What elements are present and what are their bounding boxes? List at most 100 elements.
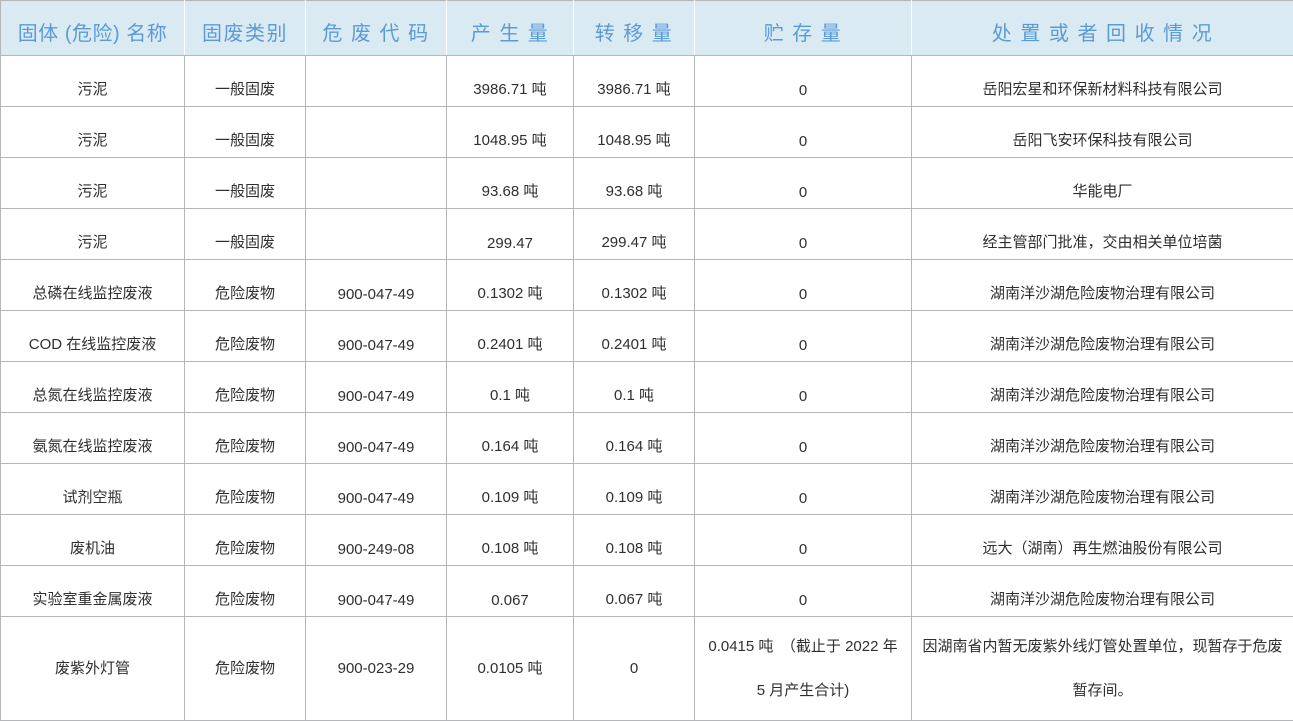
cell-produced-amount: 0.108 吨 — [447, 515, 574, 566]
cell-waste-name: 污泥 — [1, 107, 185, 158]
cell-waste-name: 总磷在线监控废液 — [1, 260, 185, 311]
cell-waste-code: 900-047-49 — [306, 260, 447, 311]
cell-transferred-amount: 299.47 吨 — [574, 209, 695, 260]
cell-transferred-amount: 0.109 吨 — [574, 464, 695, 515]
header-row: 固体 (危险) 名称 固废类别 危 废 代 码 产 生 量 转 移 量 贮 存 … — [1, 1, 1293, 56]
table-row: 氨氮在线监控废液危险废物900-047-490.164 吨0.164 吨0湖南洋… — [1, 413, 1293, 464]
cell-transferred-amount: 0.164 吨 — [574, 413, 695, 464]
table-row: 污泥一般固废3986.71 吨3986.71 吨0岳阳宏星和环保新材料科技有限公… — [1, 56, 1293, 107]
cell-waste-category: 危险废物 — [185, 413, 306, 464]
cell-waste-name: 总氮在线监控废液 — [1, 362, 185, 413]
waste-disclosure-table: 固体 (危险) 名称 固废类别 危 废 代 码 产 生 量 转 移 量 贮 存 … — [0, 0, 1293, 721]
cell-disposal-info: 因湖南省内暂无废紫外线灯管处置单位，现暂存于危废 暂存间。 — [912, 617, 1293, 721]
cell-waste-category: 一般固废 — [185, 107, 306, 158]
cell-stored-amount: 0.0415 吨 （截止于 2022 年 5 月产生合计) — [695, 617, 912, 721]
cell-waste-code: 900-023-29 — [306, 617, 447, 721]
cell-stored-amount: 0 — [695, 209, 912, 260]
cell-disposal-info: 湖南洋沙湖危险废物治理有限公司 — [912, 413, 1293, 464]
cell-stored-amount: 0 — [695, 158, 912, 209]
table-row: 污泥一般固废93.68 吨93.68 吨0华能电厂 — [1, 158, 1293, 209]
cell-disposal-info: 湖南洋沙湖危险废物治理有限公司 — [912, 260, 1293, 311]
cell-waste-code — [306, 209, 447, 260]
cell-disposal-info: 湖南洋沙湖危险废物治理有限公司 — [912, 362, 1293, 413]
cell-stored-amount: 0 — [695, 566, 912, 617]
cell-transferred-amount: 93.68 吨 — [574, 158, 695, 209]
cell-waste-category: 一般固废 — [185, 209, 306, 260]
column-header-waste-code: 危 废 代 码 — [306, 1, 447, 56]
cell-transferred-amount: 0.108 吨 — [574, 515, 695, 566]
cell-waste-name: 污泥 — [1, 56, 185, 107]
cell-produced-amount: 0.2401 吨 — [447, 311, 574, 362]
cell-transferred-amount: 3986.71 吨 — [574, 56, 695, 107]
cell-waste-category: 危险废物 — [185, 617, 306, 721]
cell-waste-name: COD 在线监控废液 — [1, 311, 185, 362]
cell-disposal-info: 岳阳飞安环保科技有限公司 — [912, 107, 1293, 158]
cell-waste-code — [306, 158, 447, 209]
column-header-stored-amount: 贮 存 量 — [695, 1, 912, 56]
cell-waste-category: 危险废物 — [185, 566, 306, 617]
cell-produced-amount: 0.067 — [447, 566, 574, 617]
cell-waste-category: 一般固废 — [185, 56, 306, 107]
cell-waste-code: 900-047-49 — [306, 362, 447, 413]
cell-waste-category: 危险废物 — [185, 464, 306, 515]
cell-waste-name: 污泥 — [1, 158, 185, 209]
column-header-produced-amount: 产 生 量 — [447, 1, 574, 56]
table-row: 污泥一般固废1048.95 吨1048.95 吨0岳阳飞安环保科技有限公司 — [1, 107, 1293, 158]
cell-waste-code: 900-047-49 — [306, 566, 447, 617]
column-header-disposal-info: 处 置 或 者 回 收 情 况 — [912, 1, 1293, 56]
cell-waste-category: 一般固废 — [185, 158, 306, 209]
cell-waste-code: 900-047-49 — [306, 311, 447, 362]
cell-disposal-info: 湖南洋沙湖危险废物治理有限公司 — [912, 464, 1293, 515]
cell-waste-category: 危险废物 — [185, 311, 306, 362]
cell-waste-code: 900-047-49 — [306, 413, 447, 464]
cell-produced-amount: 0.1 吨 — [447, 362, 574, 413]
cell-transferred-amount: 0.1 吨 — [574, 362, 695, 413]
cell-waste-name: 废紫外灯管 — [1, 617, 185, 721]
column-header-waste-name: 固体 (危险) 名称 — [1, 1, 185, 56]
cell-produced-amount: 0.1302 吨 — [447, 260, 574, 311]
table-row: 污泥一般固废299.47299.47 吨0经主管部门批准，交由相关单位培菌 — [1, 209, 1293, 260]
cell-transferred-amount: 1048.95 吨 — [574, 107, 695, 158]
cell-waste-name: 实验室重金属废液 — [1, 566, 185, 617]
cell-stored-amount: 0 — [695, 56, 912, 107]
cell-transferred-amount: 0.1302 吨 — [574, 260, 695, 311]
cell-waste-code — [306, 56, 447, 107]
cell-produced-amount: 0.0105 吨 — [447, 617, 574, 721]
cell-produced-amount: 0.164 吨 — [447, 413, 574, 464]
table-row: 试剂空瓶危险废物900-047-490.109 吨0.109 吨0湖南洋沙湖危险… — [1, 464, 1293, 515]
cell-stored-amount: 0 — [695, 413, 912, 464]
cell-stored-amount: 0 — [695, 107, 912, 158]
cell-waste-name: 氨氮在线监控废液 — [1, 413, 185, 464]
cell-waste-category: 危险废物 — [185, 515, 306, 566]
cell-disposal-info: 经主管部门批准，交由相关单位培菌 — [912, 209, 1293, 260]
cell-produced-amount: 93.68 吨 — [447, 158, 574, 209]
cell-disposal-info: 华能电厂 — [912, 158, 1293, 209]
cell-produced-amount: 3986.71 吨 — [447, 56, 574, 107]
cell-produced-amount: 1048.95 吨 — [447, 107, 574, 158]
cell-disposal-info: 岳阳宏星和环保新材料科技有限公司 — [912, 56, 1293, 107]
cell-transferred-amount: 0.067 吨 — [574, 566, 695, 617]
cell-waste-code: 900-047-49 — [306, 464, 447, 515]
cell-waste-name: 污泥 — [1, 209, 185, 260]
cell-disposal-info: 远大（湖南）再生燃油股份有限公司 — [912, 515, 1293, 566]
cell-disposal-info: 湖南洋沙湖危险废物治理有限公司 — [912, 311, 1293, 362]
table-row: 废机油危险废物900-249-080.108 吨0.108 吨0远大（湖南）再生… — [1, 515, 1293, 566]
cell-waste-category: 危险废物 — [185, 362, 306, 413]
cell-produced-amount: 0.109 吨 — [447, 464, 574, 515]
table-row: 实验室重金属废液危险废物900-047-490.0670.067 吨0湖南洋沙湖… — [1, 566, 1293, 617]
table-row: 总磷在线监控废液危险废物900-047-490.1302 吨0.1302 吨0湖… — [1, 260, 1293, 311]
cell-stored-amount: 0 — [695, 515, 912, 566]
cell-transferred-amount: 0.2401 吨 — [574, 311, 695, 362]
cell-stored-amount: 0 — [695, 464, 912, 515]
column-header-transferred-amount: 转 移 量 — [574, 1, 695, 56]
column-header-waste-category: 固废类别 — [185, 1, 306, 56]
cell-stored-amount: 0 — [695, 311, 912, 362]
table-row: 废紫外灯管危险废物900-023-290.0105 吨00.0415 吨 （截止… — [1, 617, 1293, 721]
cell-waste-category: 危险废物 — [185, 260, 306, 311]
cell-transferred-amount: 0 — [574, 617, 695, 721]
table-body: 污泥一般固废3986.71 吨3986.71 吨0岳阳宏星和环保新材料科技有限公… — [1, 56, 1293, 721]
cell-stored-amount: 0 — [695, 362, 912, 413]
cell-waste-name: 试剂空瓶 — [1, 464, 185, 515]
cell-waste-name: 废机油 — [1, 515, 185, 566]
cell-waste-code: 900-249-08 — [306, 515, 447, 566]
